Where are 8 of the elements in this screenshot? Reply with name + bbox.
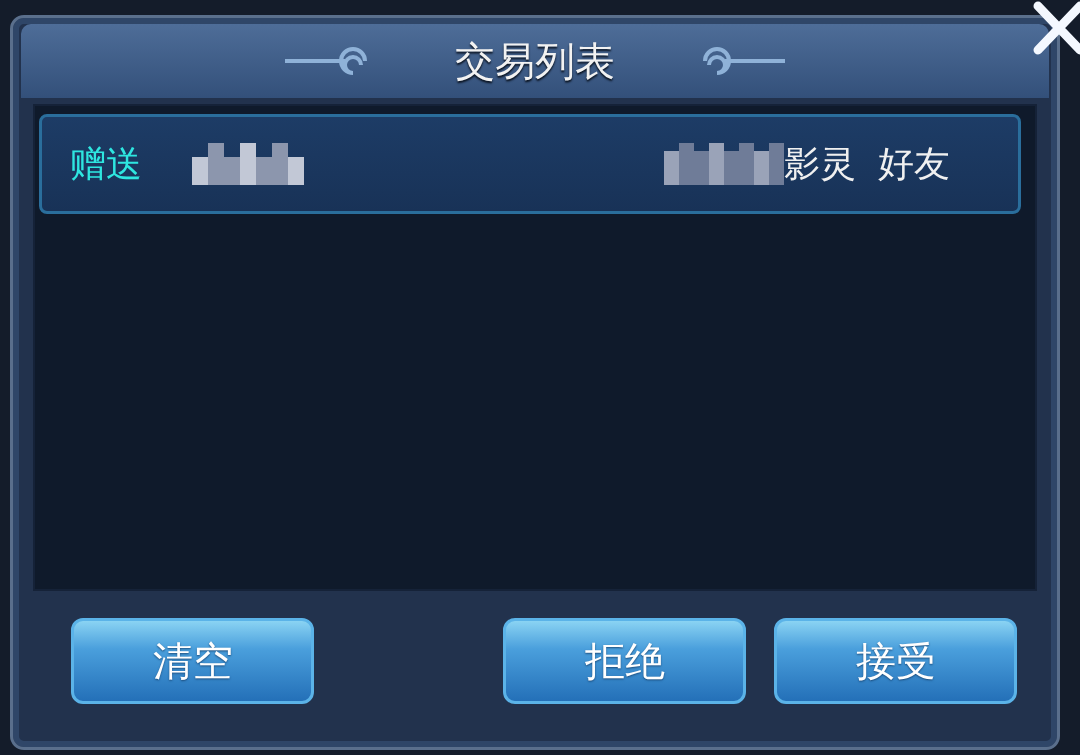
trade-row[interactable]: 赠送 影灵 好友 (39, 114, 1021, 214)
dialog-title: 交易列表 (455, 36, 615, 86)
table-cell-text: 好友 (878, 141, 950, 186)
trade-type: 赠送 (70, 141, 142, 186)
accept-button[interactable]: 接受 (774, 618, 1017, 704)
reject-button[interactable]: 拒绝 (503, 618, 746, 704)
table-cell-text: 影灵 (784, 141, 856, 186)
clear-button[interactable]: 清空 (71, 618, 314, 704)
